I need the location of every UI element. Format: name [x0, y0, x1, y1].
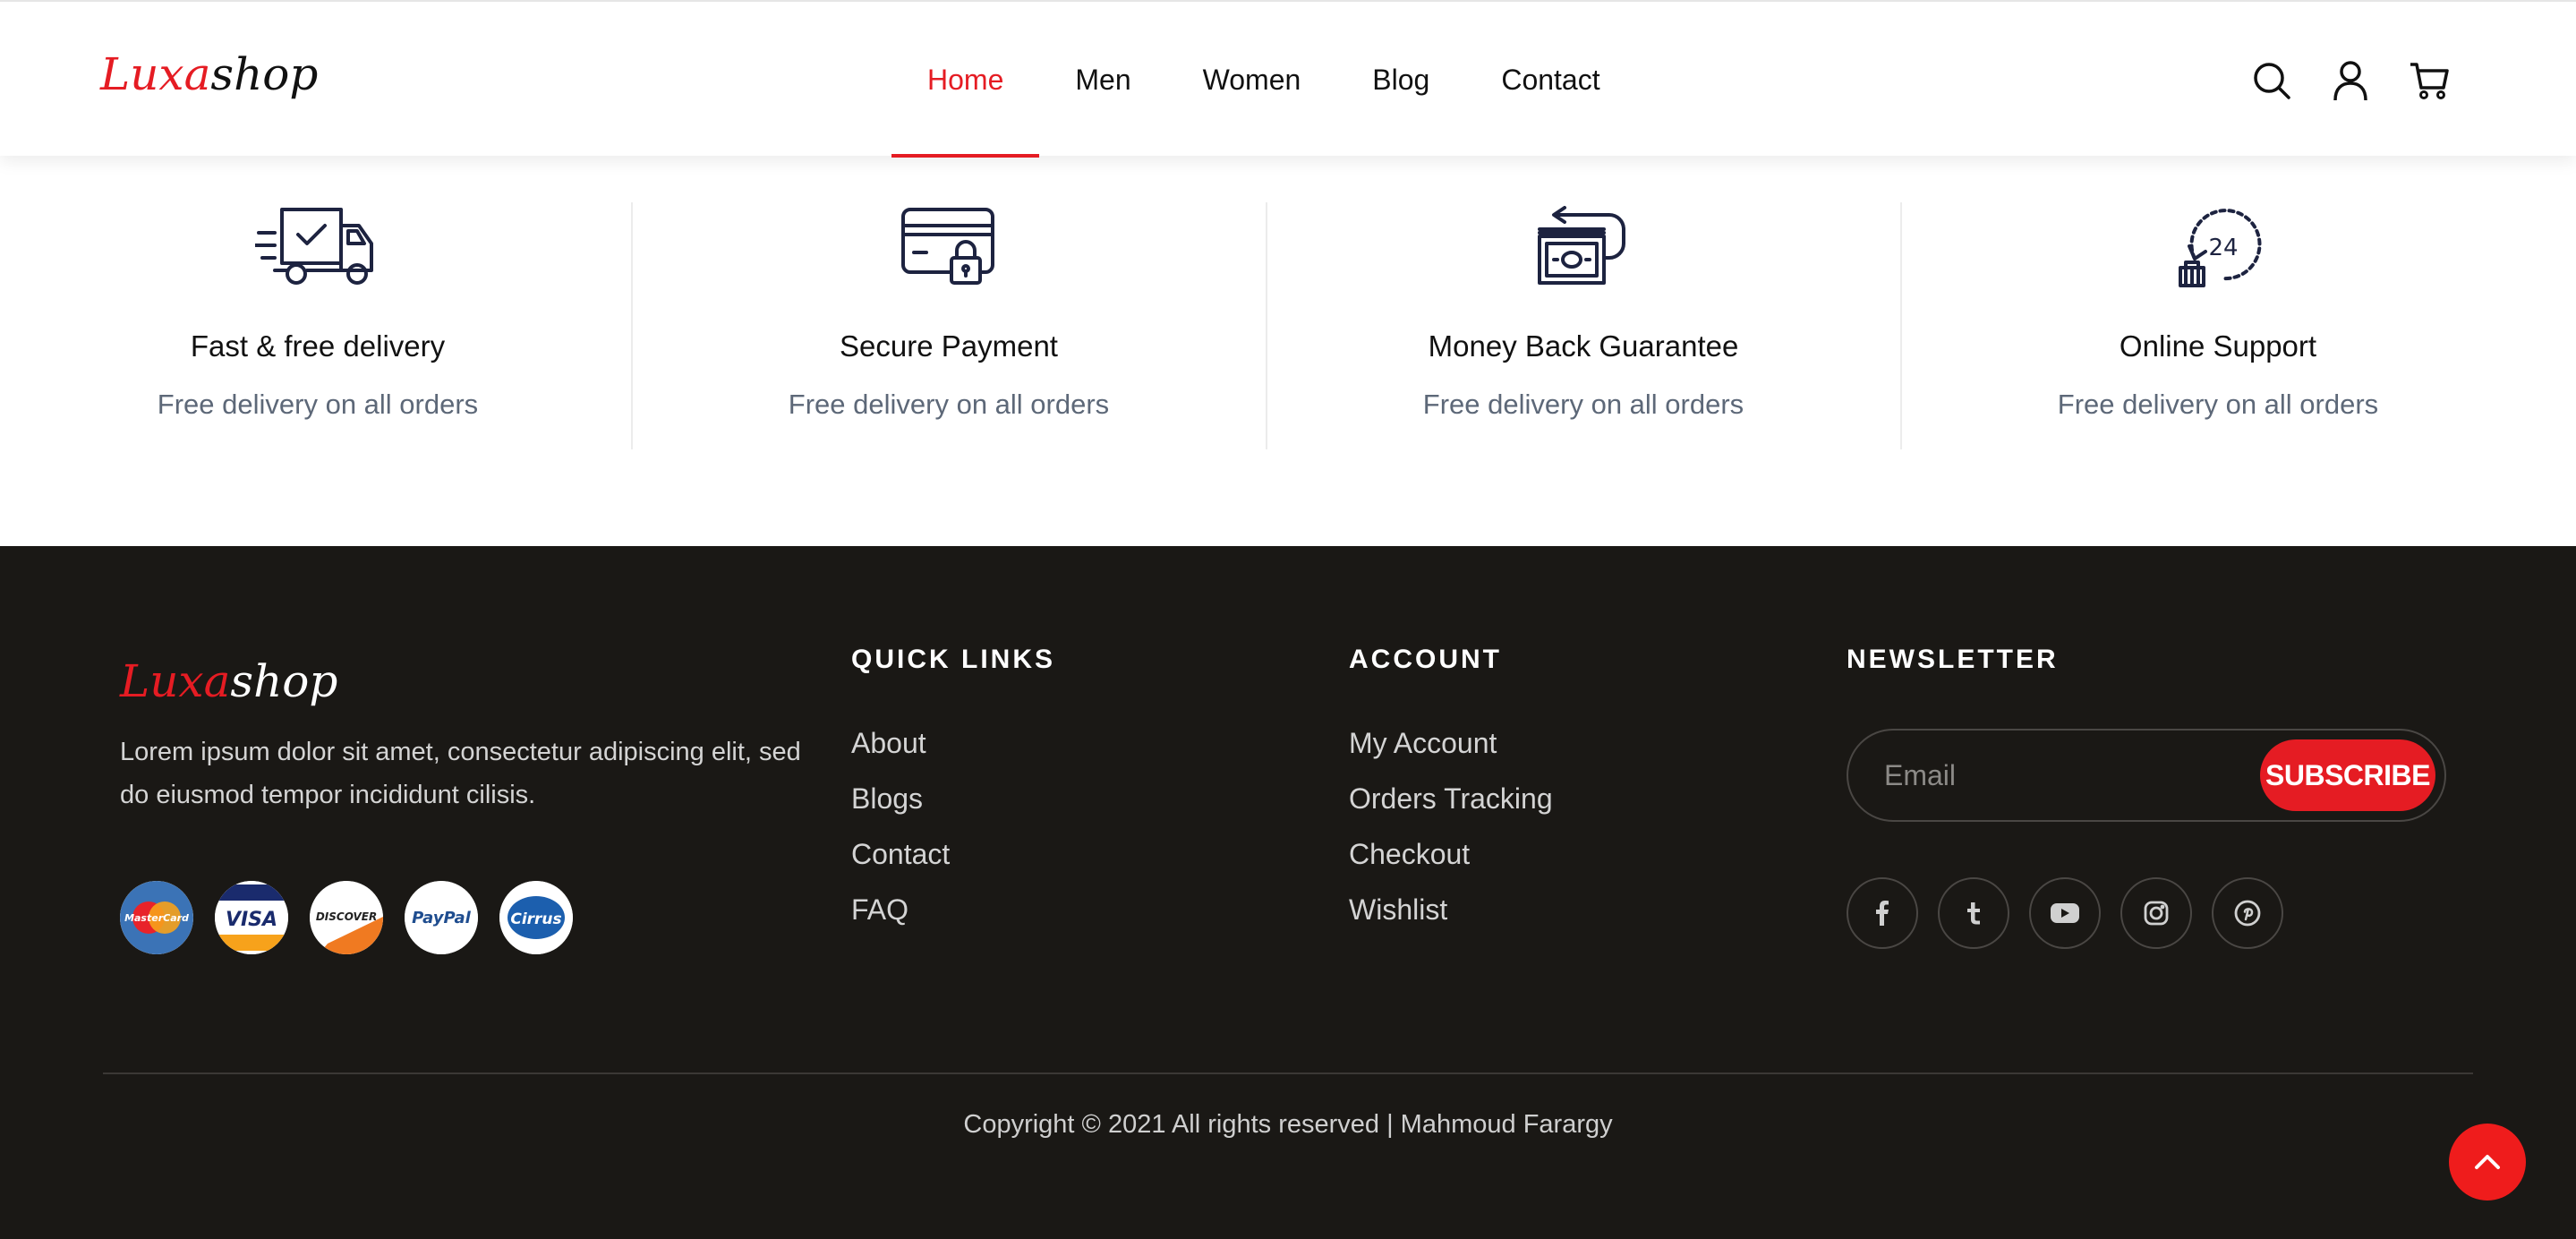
- logo-part1: Luxa: [100, 48, 211, 100]
- subscribe-button[interactable]: SUBSCRIBE: [2260, 739, 2435, 811]
- instagram-icon[interactable]: [2120, 877, 2192, 949]
- nav-men[interactable]: Men: [1039, 2, 1166, 158]
- footer-link-blogs[interactable]: Blogs: [851, 781, 950, 816]
- payment-label: DISCOVER: [316, 910, 377, 923]
- search-icon[interactable]: [2250, 57, 2293, 104]
- feature-description: Free delivery on all orders: [788, 389, 1110, 420]
- footer-link-orders-tracking[interactable]: Orders Tracking: [1349, 781, 1553, 816]
- footer-link-checkout[interactable]: Checkout: [1349, 836, 1553, 872]
- feature-title: Fast & free delivery: [190, 329, 446, 363]
- cart-icon[interactable]: [2408, 57, 2451, 104]
- payment-label: Cirrus: [510, 910, 561, 928]
- newsletter-form: SUBSCRIBE: [1847, 729, 2446, 822]
- feature-secure-payment: Secure Payment Free delivery on all orde…: [631, 202, 1267, 449]
- newsletter-title: NEWSLETTER: [1847, 645, 2059, 674]
- footer-link-about[interactable]: About: [851, 725, 950, 761]
- feature-title: Online Support: [2119, 329, 2317, 363]
- nav-home[interactable]: Home: [891, 2, 1040, 158]
- chevron-up-icon: [2475, 1155, 2500, 1169]
- support-24-icon: 24: [2155, 202, 2281, 292]
- header-logo[interactable]: Luxa shop: [100, 48, 318, 100]
- pinterest-icon[interactable]: [2212, 877, 2283, 949]
- logo-part2: shop: [230, 655, 338, 707]
- header-actions: [2250, 57, 2451, 104]
- footer-divider: [103, 1072, 2473, 1074]
- payment-label: MasterCard: [124, 912, 189, 924]
- secure-card-icon: [886, 202, 1011, 292]
- feature-description: Free delivery on all orders: [1422, 389, 1744, 420]
- visa-icon: VISA: [215, 881, 288, 954]
- mastercard-icon: MasterCard: [120, 881, 193, 954]
- back-to-top-button[interactable]: [2449, 1124, 2526, 1201]
- nav-blog[interactable]: Blog: [1336, 2, 1465, 158]
- youtube-icon[interactable]: [2029, 877, 2101, 949]
- nav-contact[interactable]: Contact: [1465, 2, 1635, 158]
- newsletter-email-input[interactable]: [1848, 731, 2260, 820]
- feature-description: Free delivery on all orders: [2057, 389, 2379, 420]
- features-section: Fast & free delivery Free delivery on al…: [0, 156, 2576, 546]
- payment-methods: MasterCard VISA DISCOVER PayPal Cirrus: [120, 881, 573, 954]
- svg-text:24: 24: [2208, 235, 2238, 261]
- logo-part1: Luxa: [120, 655, 231, 707]
- payment-label: VISA: [226, 909, 277, 931]
- paypal-icon: PayPal: [405, 881, 478, 954]
- site-header: Luxa shop Home Men Women Blog Contact: [0, 0, 2576, 158]
- footer-link-faq[interactable]: FAQ: [851, 892, 950, 927]
- site-footer: Luxa shop Lorem ipsum dolor sit amet, con…: [0, 546, 2576, 1239]
- feature-delivery: Fast & free delivery Free delivery on al…: [0, 202, 635, 449]
- quick-links-list: About Blogs Contact FAQ: [851, 725, 950, 927]
- quick-links-title: QUICK LINKS: [851, 645, 1055, 674]
- feature-title: Money Back Guarantee: [1428, 329, 1739, 363]
- discover-icon: DISCOVER: [310, 881, 383, 954]
- feature-title: Secure Payment: [840, 329, 1058, 363]
- cirrus-icon: Cirrus: [499, 881, 573, 954]
- logo-part2: shop: [210, 48, 319, 100]
- main-nav: Home Men Women Blog Contact: [891, 2, 1636, 158]
- feature-description: Free delivery on all orders: [157, 389, 479, 420]
- tumblr-icon[interactable]: [1938, 877, 2009, 949]
- footer-link-my-account[interactable]: My Account: [1349, 725, 1553, 761]
- account-title: ACCOUNT: [1349, 645, 1502, 674]
- footer-link-contact[interactable]: Contact: [851, 836, 950, 872]
- footer-logo[interactable]: Luxa shop: [120, 655, 337, 707]
- payment-label: PayPal: [412, 909, 472, 927]
- copyright-text: Copyright © 2021 All rights reserved | M…: [963, 1110, 1613, 1139]
- user-icon[interactable]: [2329, 57, 2372, 104]
- social-links: [1847, 877, 2283, 949]
- money-back-icon: [1521, 202, 1646, 292]
- nav-women[interactable]: Women: [1167, 2, 1337, 158]
- footer-about-text: Lorem ipsum dolor sit amet, consectetur …: [120, 738, 801, 809]
- feature-money-back: Money Back Guarantee Free delivery on al…: [1266, 202, 1901, 449]
- feature-online-support: 24 Online Support Free delivery on all o…: [1900, 202, 2536, 449]
- facebook-icon[interactable]: [1847, 877, 1918, 949]
- footer-link-wishlist[interactable]: Wishlist: [1349, 892, 1553, 927]
- delivery-truck-icon: [255, 202, 380, 292]
- account-links-list: My Account Orders Tracking Checkout Wish…: [1349, 725, 1553, 927]
